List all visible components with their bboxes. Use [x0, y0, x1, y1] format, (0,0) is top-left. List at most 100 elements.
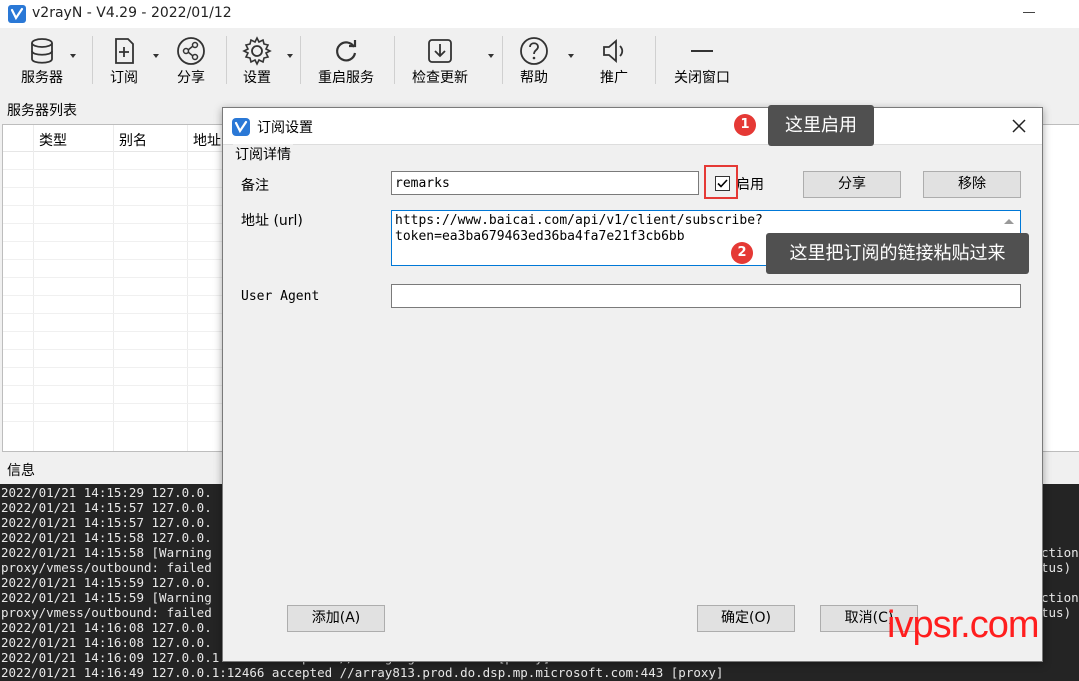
log-line-fragment: tus): [1041, 560, 1072, 575]
toolbar-servers-label: 服务器: [21, 70, 63, 86]
toolbar-separator: [92, 36, 93, 84]
ok-button[interactable]: 确定(O): [697, 605, 795, 632]
server-list-grid[interactable]: 类型 别名 地址: [2, 124, 223, 452]
grid-row-line: [3, 169, 222, 170]
grid-row-line: [3, 349, 222, 350]
toolbar-restart-button[interactable]: 重启服务: [310, 28, 382, 88]
toolbar-close-window-button[interactable]: 关闭窗口: [666, 28, 738, 88]
url-label: 地址 (url): [241, 213, 303, 229]
gear-icon: [242, 36, 272, 66]
log-line-fragment: ction: [1041, 545, 1079, 560]
column-header-alias[interactable]: 别名: [119, 130, 147, 150]
add-button[interactable]: 添加(A): [287, 605, 385, 632]
chevron-down-icon: [287, 54, 293, 58]
toolbar-separator: [300, 36, 301, 84]
refresh-icon: [336, 40, 357, 62]
dialog-title: 订阅设置: [257, 120, 313, 136]
toolbar-update-button[interactable]: 检查更新: [404, 28, 494, 88]
chevron-down-icon: [488, 54, 494, 58]
toolbar-subscribe-button[interactable]: 订阅: [100, 28, 159, 88]
log-line: 2022/01/21 14:15:58 127.0.0.: [1, 530, 212, 545]
database-icon: [31, 38, 53, 64]
grid-row-line: [3, 187, 222, 188]
subscription-settings-dialog: 订阅设置 订阅详情 备注 启用 分享 移除 地址 (url) https://w…: [222, 107, 1043, 662]
remove-button[interactable]: 移除: [923, 171, 1021, 198]
grid-row-line: [3, 367, 222, 368]
toolbar-settings-button[interactable]: 设置: [234, 28, 293, 88]
grid-row-line: [3, 313, 222, 314]
grid-row-line: [3, 223, 222, 224]
toolbar-share-label: 分享: [177, 70, 205, 86]
grid-row-line: [3, 331, 222, 332]
log-line: 2022/01/21 14:15:58 [Warning: [1, 545, 212, 560]
dialog-close-button[interactable]: [1009, 116, 1029, 136]
toolbar-help-button[interactable]: 帮助: [512, 28, 574, 88]
log-line: 2022/01/21 14:16:08 127.0.0.: [1, 635, 212, 650]
server-list-right-edge: [1041, 124, 1079, 452]
window-title: v2rayN - V4.29 - 2022/01/12: [32, 5, 232, 21]
chevron-down-icon: [568, 54, 574, 58]
toolbar-promote-label: 推广: [600, 70, 628, 86]
log-line: 2022/01/21 14:15:29 127.0.0.: [1, 485, 212, 500]
log-line: 2022/01/21 14:15:59 127.0.0.: [1, 575, 212, 590]
v2rayn-logo-icon: [8, 5, 26, 23]
toolbar-separator: [226, 36, 227, 84]
remarks-field[interactable]: [391, 171, 699, 195]
log-line: proxy/vmess/outbound: failed: [1, 605, 212, 620]
grid-row-line: [3, 259, 222, 260]
log-line: 2022/01/21 14:16:08 127.0.0.: [1, 620, 212, 635]
share-icon: [177, 37, 205, 65]
scroll-up-icon[interactable]: [1004, 219, 1014, 224]
column-header-type[interactable]: 类型: [39, 130, 67, 150]
toolbar-servers-button[interactable]: 服务器: [10, 28, 76, 88]
log-line: 2022/01/21 14:15:57 127.0.0.: [1, 500, 212, 515]
user-agent-field[interactable]: [391, 284, 1021, 308]
grid-row-line: [3, 403, 222, 404]
subscribe-icon: [115, 38, 134, 64]
annotation-callout-1: 这里启用: [768, 105, 874, 146]
minimize-window-button[interactable]: [1021, 2, 1037, 18]
watermark-text: ivpsr.com: [887, 604, 1039, 646]
log-line-fragment: tus): [1041, 605, 1072, 620]
log-line: 2022/01/21 14:15:59 [Warning: [1, 590, 212, 605]
grid-row-line: [3, 421, 222, 422]
enable-label: 启用: [736, 177, 764, 193]
annotation-badge-1: 1: [734, 114, 756, 136]
toolbar-restart-label: 重启服务: [318, 70, 374, 86]
help-icon: [520, 37, 548, 65]
share-button[interactable]: 分享: [803, 171, 901, 198]
grid-row-line: [3, 241, 222, 242]
toolbar-share-button[interactable]: 分享: [168, 28, 214, 88]
annotation-badge-2: 2: [731, 242, 753, 264]
column-header-address[interactable]: 地址: [193, 130, 221, 150]
user-agent-label: User Agent: [241, 289, 320, 304]
download-icon: [428, 39, 452, 63]
toolbar-subscribe-label: 订阅: [110, 70, 138, 86]
toolbar-separator: [655, 36, 656, 84]
toolbar-separator: [394, 36, 395, 84]
grid-row-line: [3, 205, 222, 206]
minimize-icon: [691, 50, 713, 52]
log-line: 2022/01/21 14:15:57 127.0.0.: [1, 515, 212, 530]
grid-row-line: [3, 295, 222, 296]
chevron-down-icon: [153, 54, 159, 58]
toolbar-separator: [502, 36, 503, 84]
log-line: proxy/vmess/outbound: failed: [1, 560, 212, 575]
annotation-callout-2: 这里把订阅的链接粘贴过来: [766, 233, 1029, 274]
close-icon: [1012, 119, 1026, 133]
dialog-titlebar: 订阅设置: [223, 108, 1042, 144]
server-list-title: 服务器列表: [7, 103, 77, 119]
remarks-label: 备注: [241, 178, 269, 194]
toolbar-close-window-label: 关闭窗口: [674, 70, 730, 86]
main-toolbar: 服务器 订阅 分享 设置 重启服务 检查更新 帮助 推广 关闭窗口: [0, 28, 1079, 90]
group-title: 订阅详情: [233, 144, 293, 164]
toolbar-help-label: 帮助: [520, 70, 548, 86]
url-line-1: https://www.baicai.com/api/v1/client/sub…: [395, 213, 763, 228]
toolbar-promote-button[interactable]: 推广: [592, 28, 636, 88]
log-line-fragment: ction: [1041, 590, 1079, 605]
v2rayn-logo-icon: [232, 118, 250, 136]
toolbar-settings-label: 设置: [243, 70, 271, 86]
log-line: 2022/01/21 14:16:49 127.0.0.1:12466 acce…: [1, 665, 724, 680]
info-title: 信息: [7, 463, 35, 479]
speaker-icon: [603, 39, 624, 63]
